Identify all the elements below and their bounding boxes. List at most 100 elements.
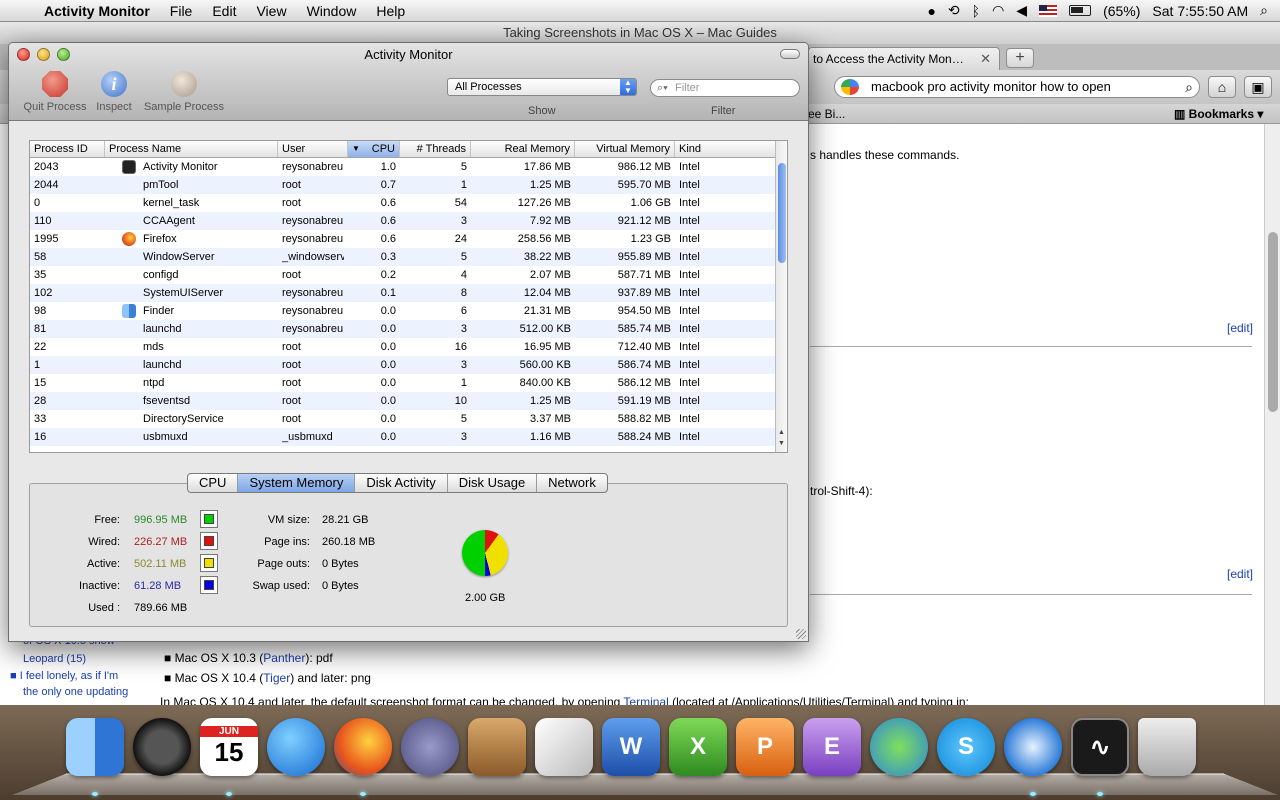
table-row[interactable]: 2044 pmTool root 0.7 1 1.25 MB 595.70 MB Intel bbox=[30, 176, 776, 194]
column-header-threads[interactable]: # Threads bbox=[400, 141, 471, 157]
column-header-user[interactable]: User bbox=[278, 141, 348, 157]
home-button[interactable]: ⌂ bbox=[1208, 76, 1236, 98]
browser-tab[interactable]: to Access the Activity Mon… ✕ bbox=[808, 47, 1000, 70]
wifi-icon[interactable]: ◠ bbox=[992, 2, 1004, 19]
skype-icon[interactable]: S bbox=[937, 718, 995, 776]
table-row[interactable]: 0 kernel_task root 0.6 54 127.26 MB 1.06 GB Int… bbox=[30, 194, 776, 212]
browser-scrollbar[interactable] bbox=[1264, 124, 1280, 705]
column-header-virtual[interactable]: Virtual Memory bbox=[575, 141, 675, 157]
numbers-icon[interactable] bbox=[535, 718, 593, 776]
cell-pid: 2044 bbox=[34, 176, 101, 194]
resize-handle[interactable] bbox=[796, 629, 806, 639]
filter-input[interactable]: ⌕▾ Filter bbox=[650, 79, 800, 97]
wired-color-swatch[interactable] bbox=[200, 532, 218, 550]
column-header-name[interactable]: Process Name bbox=[105, 141, 278, 157]
extension-button[interactable]: ▣ bbox=[1244, 76, 1272, 98]
dashboard-icon[interactable] bbox=[133, 718, 191, 776]
word-icon[interactable]: W bbox=[602, 718, 660, 776]
menu-file[interactable]: File bbox=[160, 3, 203, 19]
entourage-icon[interactable]: E bbox=[803, 718, 861, 776]
excel-icon[interactable]: X bbox=[669, 718, 727, 776]
bluetooth-icon[interactable]: ᛒ bbox=[972, 3, 980, 19]
menu-edit[interactable]: Edit bbox=[202, 3, 246, 19]
volume-icon[interactable]: ◀ bbox=[1016, 2, 1027, 19]
active-color-swatch[interactable] bbox=[200, 554, 218, 572]
inspect-button[interactable]: i Inspect bbox=[93, 71, 135, 113]
table-row[interactable]: 35 configd root 0.2 4 2.07 MB 587.71 MB Intel bbox=[30, 266, 776, 284]
free-color-swatch[interactable] bbox=[200, 510, 218, 528]
quit-process-button[interactable]: Quit Process bbox=[17, 71, 93, 113]
table-row[interactable]: 16 usbmuxd _usbmuxd 0.0 3 1.16 MB 588.24 MB Int… bbox=[30, 428, 776, 446]
menu-app-name[interactable]: Activity Monitor bbox=[40, 3, 160, 19]
battery-icon[interactable] bbox=[1069, 5, 1091, 16]
safari-icon[interactable] bbox=[1004, 718, 1062, 776]
column-header-kind[interactable]: Kind bbox=[675, 141, 776, 157]
tab-disk-usage[interactable]: Disk Usage bbox=[448, 474, 537, 492]
search-icon[interactable]: ⌕ bbox=[1185, 77, 1193, 97]
sample-process-button[interactable]: Sample Process bbox=[141, 71, 227, 113]
script-editor-icon[interactable] bbox=[401, 718, 459, 776]
inactive-color-swatch[interactable] bbox=[200, 576, 218, 594]
firefox-icon[interactable] bbox=[334, 718, 392, 776]
table-row[interactable]: 22 mds root 0.0 16 16.95 MB 712.40 MB Intel bbox=[30, 338, 776, 356]
list-item: ■ Mac OS X 10.4 (Tiger) and later: png bbox=[164, 671, 371, 685]
keynote-icon[interactable] bbox=[468, 718, 526, 776]
menu-clock[interactable]: Sat 7:55:50 AM bbox=[1152, 3, 1248, 19]
scroll-thumb[interactable] bbox=[778, 163, 786, 263]
google-icon[interactable] bbox=[841, 79, 859, 95]
edit-link[interactable]: [edit] bbox=[1227, 567, 1253, 581]
scroll-down-arrow-icon[interactable]: ▼ bbox=[776, 440, 787, 450]
table-row[interactable]: 98 Finder reysonabreu 0.0 6 21.31 MB 954.50 MB… bbox=[30, 302, 776, 320]
tab-system-memory[interactable]: System Memory bbox=[238, 474, 355, 492]
column-header-real[interactable]: Real Memory bbox=[471, 141, 575, 157]
powerpoint-icon[interactable]: P bbox=[736, 718, 794, 776]
tab-cpu[interactable]: CPU bbox=[188, 474, 238, 492]
trash-icon[interactable] bbox=[1138, 718, 1196, 776]
cell-threads: 8 bbox=[404, 284, 467, 302]
scroll-thumb[interactable] bbox=[1268, 232, 1278, 412]
ical-icon[interactable]: JUN 15 bbox=[200, 718, 258, 776]
table-row[interactable]: 58 WindowServer _windowserver 0.3 5 38.22 MB 9… bbox=[30, 248, 776, 266]
activity-monitor-icon[interactable]: ∿ bbox=[1071, 718, 1129, 776]
new-tab-button[interactable]: + bbox=[1006, 48, 1034, 68]
finder-icon[interactable] bbox=[66, 718, 124, 776]
table-row[interactable]: 102 SystemUIServer reysonabreu 0.1 8 12.04 MB… bbox=[30, 284, 776, 302]
table-row[interactable]: 1995 Firefox reysonabreu 0.6 24 258.56 MB 1.23… bbox=[30, 230, 776, 248]
show-processes-select[interactable]: All Processes ▲ ▼ bbox=[447, 78, 637, 96]
table-row[interactable]: 1 launchd root 0.0 3 560.00 KB 586.74 MB Intel bbox=[30, 356, 776, 374]
sidebar-link[interactable]: ■ I feel lonely, as if I'm bbox=[10, 670, 118, 682]
column-header-pid[interactable]: Process ID bbox=[30, 141, 105, 157]
table-scrollbar[interactable]: ▲ ▼ bbox=[775, 141, 787, 452]
table-row[interactable]: 2043 Activity Monitor reysonabreu 1.0 5 17.86… bbox=[30, 158, 776, 176]
column-header-cpu[interactable]: ▼ CPU bbox=[348, 141, 400, 157]
sidebar-link[interactable]: the only one updating bbox=[23, 686, 128, 698]
sidebar-link[interactable]: Leopard (15) bbox=[23, 653, 86, 665]
tab-disk-activity[interactable]: Disk Activity bbox=[355, 474, 447, 492]
table-row[interactable]: 33 DirectoryService root 0.0 5 3.37 MB 588.82 … bbox=[30, 410, 776, 428]
table-row[interactable]: 81 launchd reysonabreu 0.0 3 512.00 KB 585.74 … bbox=[30, 320, 776, 338]
browser-search-field[interactable]: macbook pro activity monitor how to open… bbox=[834, 76, 1200, 98]
spotlight-icon[interactable]: ⌕ bbox=[1260, 2, 1268, 19]
battery-percent[interactable]: (65%) bbox=[1103, 3, 1140, 19]
table-row[interactable]: 110 CCAAgent reysonabreu 0.6 3 7.92 MB 921.12 … bbox=[30, 212, 776, 230]
close-tab-icon[interactable]: ✕ bbox=[980, 48, 991, 70]
toolbar-toggle-button[interactable] bbox=[780, 49, 800, 59]
messenger-icon[interactable] bbox=[870, 718, 928, 776]
input-source-flag-icon[interactable] bbox=[1039, 5, 1057, 17]
cell-kind: Intel bbox=[679, 356, 772, 374]
edit-link[interactable]: [edit] bbox=[1227, 321, 1253, 335]
menu-help[interactable]: Help bbox=[366, 3, 415, 19]
table-row[interactable]: 15 ntpd root 0.0 1 840.00 KB 586.12 MB Intel bbox=[30, 374, 776, 392]
scroll-up-arrow-icon[interactable]: ▲ bbox=[776, 429, 787, 439]
column-header-label: Process ID bbox=[34, 143, 88, 155]
time-machine-icon[interactable]: ⟲ bbox=[948, 2, 960, 19]
cell-user: reysonabreu bbox=[282, 302, 344, 320]
menu-view[interactable]: View bbox=[246, 3, 296, 19]
bookmark-item[interactable]: ree Bi... bbox=[804, 104, 845, 124]
table-row[interactable]: 28 fseventsd root 0.0 10 1.25 MB 591.19 MB Inte… bbox=[30, 392, 776, 410]
bookmarks-menu[interactable]: ▥ Bookmarks ▾ bbox=[1174, 104, 1263, 124]
menu-window[interactable]: Window bbox=[297, 3, 367, 19]
alert-icon[interactable]: ● bbox=[927, 3, 935, 19]
tab-network[interactable]: Network bbox=[537, 474, 607, 492]
itunes-icon[interactable] bbox=[267, 718, 325, 776]
